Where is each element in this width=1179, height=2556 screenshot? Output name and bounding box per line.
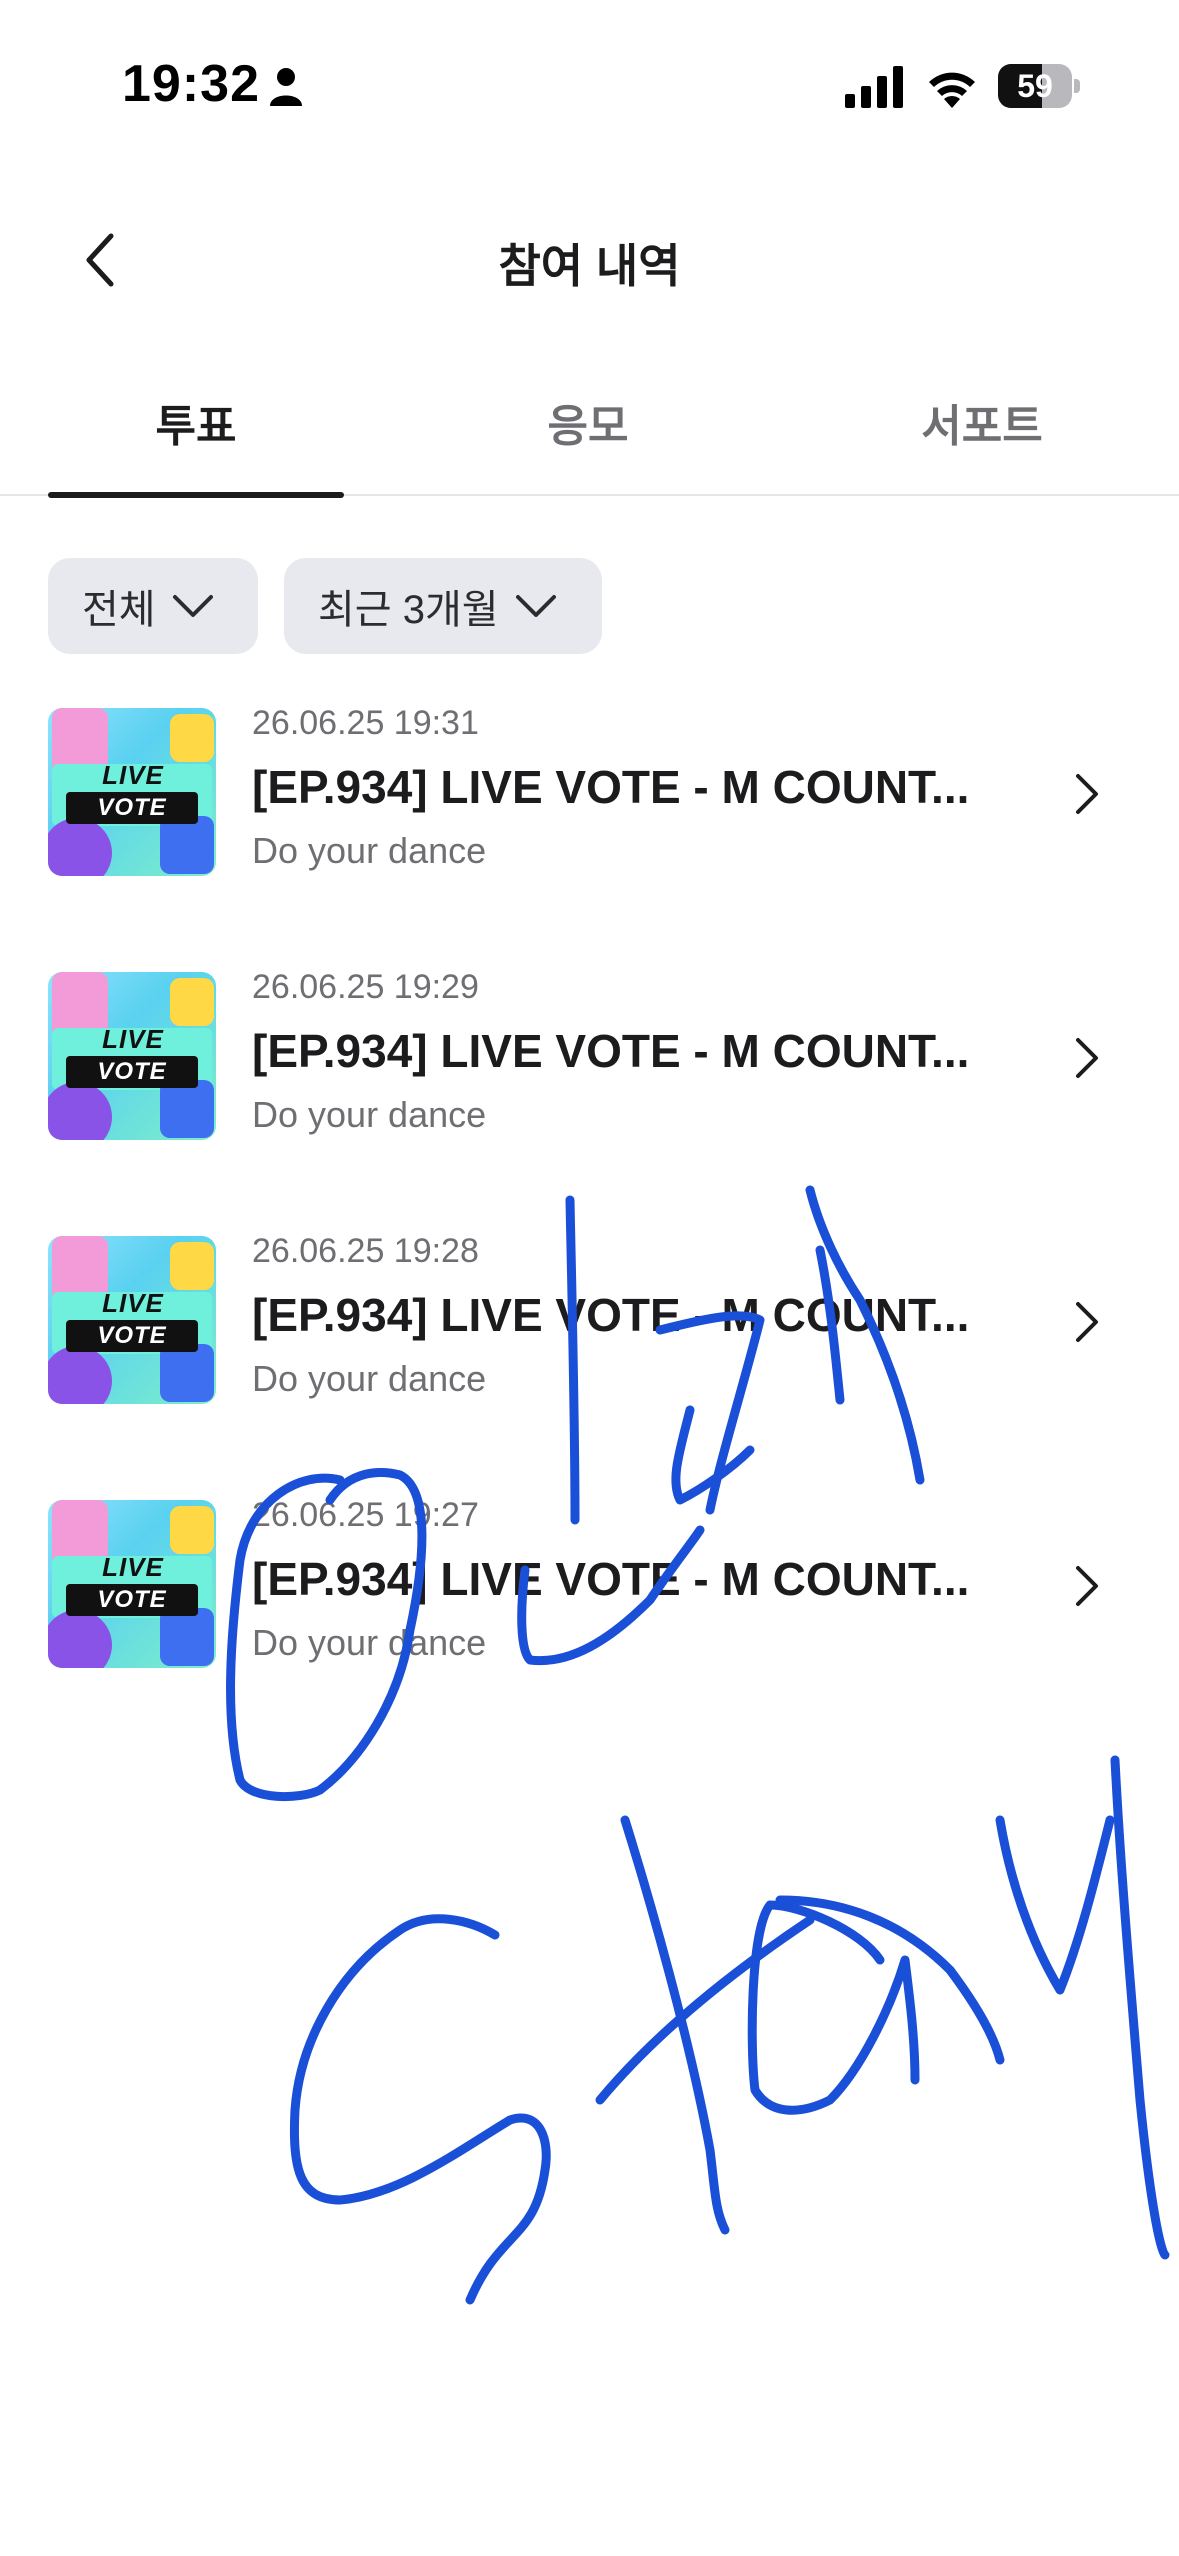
period-filter-dropdown[interactable]: 최근 3개월 <box>284 558 602 654</box>
tab-apply[interactable]: 응모 <box>440 390 736 496</box>
item-date: 26.06.25 19:27 <box>252 1496 479 1534</box>
event-thumbnail: LIVE VOTE <box>48 708 216 876</box>
chevron-right-icon <box>1076 1038 1098 1078</box>
item-title: [EP.934] LIVE VOTE - M COUNT... <box>252 1289 970 1341</box>
type-filter-dropdown[interactable]: 전체 <box>48 558 258 654</box>
thumb-vote-text: VOTE <box>66 1584 198 1616</box>
wifi-icon <box>929 72 975 108</box>
tab-support[interactable]: 서포트 <box>834 390 1130 496</box>
period-filter-label: 최근 3개월 <box>318 588 499 632</box>
list-item[interactable]: LIVE VOTE 26.06.25 19:27 [EP.934] LIVE V… <box>0 1492 1179 1692</box>
chevron-down-icon <box>172 595 213 617</box>
thumb-live-text: LIVE <box>102 1552 164 1582</box>
chevron-right-icon <box>1076 1302 1098 1342</box>
thumb-live-text: LIVE <box>102 760 164 790</box>
item-subtitle: Do your dance <box>252 1358 487 1399</box>
thumb-live-text: LIVE <box>102 1024 164 1054</box>
status-bar: 19:32 59 <box>0 0 1179 170</box>
item-date: 26.06.25 19:29 <box>252 968 479 1006</box>
chevron-down-icon <box>515 595 556 617</box>
list-item[interactable]: LIVE VOTE 26.06.25 19:31 [EP.934] LIVE V… <box>0 700 1179 900</box>
battery-icon: 59 <box>998 64 1080 108</box>
thumb-vote-text: VOTE <box>66 1320 198 1352</box>
item-subtitle: Do your dance <box>252 1094 487 1135</box>
type-filter-label: 전체 <box>82 588 156 632</box>
thumb-live-text: LIVE <box>102 1288 164 1318</box>
item-date: 26.06.25 19:31 <box>252 704 479 742</box>
event-thumbnail: LIVE VOTE <box>48 1500 216 1668</box>
list-item[interactable]: LIVE VOTE 26.06.25 19:28 [EP.934] LIVE V… <box>0 1228 1179 1428</box>
thumb-vote-text: VOTE <box>66 1056 198 1088</box>
person-icon <box>270 68 302 106</box>
tab-vote[interactable]: 투표 <box>48 390 344 498</box>
thumb-vote-text: VOTE <box>66 792 198 824</box>
battery-percent: 59 <box>1017 68 1053 104</box>
tab-label: 응모 <box>547 402 629 451</box>
active-tab-indicator <box>48 492 344 498</box>
item-date: 26.06.25 19:28 <box>252 1232 479 1270</box>
tab-bar: 투표 응모 서포트 <box>0 360 1179 498</box>
chevron-right-icon <box>1076 774 1098 814</box>
event-thumbnail: LIVE VOTE <box>48 972 216 1140</box>
status-time: 19:32 <box>122 55 260 113</box>
page-title: 참여 내역 <box>498 240 681 292</box>
event-thumbnail: LIVE VOTE <box>48 1236 216 1404</box>
list-item[interactable]: LIVE VOTE 26.06.25 19:29 [EP.934] LIVE V… <box>0 964 1179 1164</box>
item-title: [EP.934] LIVE VOTE - M COUNT... <box>252 1553 970 1605</box>
chevron-right-icon <box>1076 1566 1098 1606</box>
tab-label: 서포트 <box>921 402 1043 451</box>
item-title: [EP.934] LIVE VOTE - M COUNT... <box>252 761 970 813</box>
signal-icon <box>845 66 903 108</box>
item-title: [EP.934] LIVE VOTE - M COUNT... <box>252 1025 970 1077</box>
item-subtitle: Do your dance <box>252 830 487 871</box>
header: 참여 내역 <box>0 200 1179 320</box>
tab-label: 투표 <box>155 402 237 451</box>
item-subtitle: Do your dance <box>252 1622 487 1663</box>
